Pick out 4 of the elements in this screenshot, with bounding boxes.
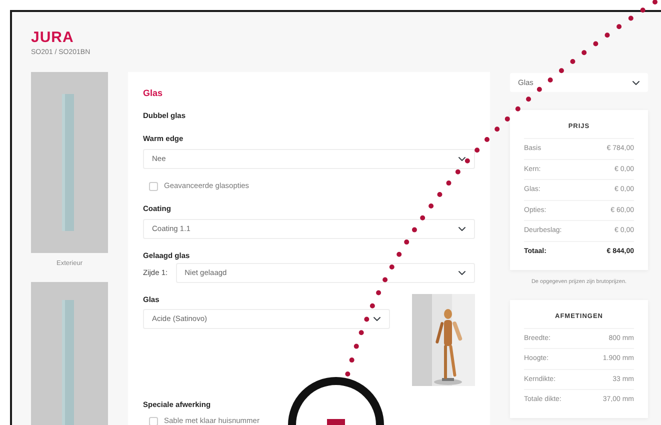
section-heading: Glas [143, 87, 164, 99]
checkbox[interactable] [149, 416, 158, 425]
checkbox[interactable] [149, 182, 158, 190]
page-title: JURA [31, 30, 75, 46]
